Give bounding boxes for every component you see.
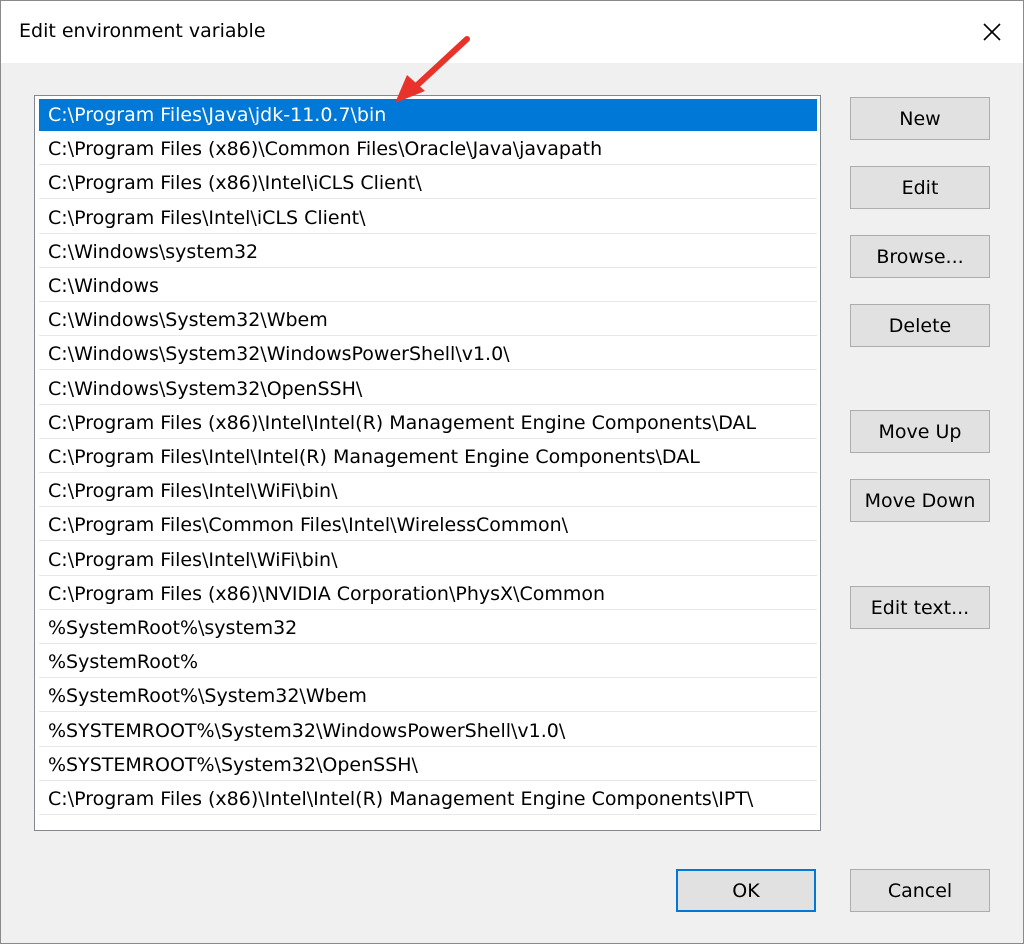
list-item[interactable]: C:\Program Files (x86)\Intel\Intel(R) Ma… (39, 783, 817, 815)
red-arrow-annotation-icon (395, 36, 470, 103)
list-item[interactable]: C:\Windows\system32 (39, 236, 817, 268)
delete-button[interactable]: Delete (850, 304, 990, 347)
move-down-button[interactable]: Move Down (850, 479, 990, 522)
edit-text-button[interactable]: Edit text... (850, 586, 990, 629)
list-item[interactable]: C:\Program Files\Common Files\Intel\Wire… (39, 509, 817, 542)
edit-button[interactable]: Edit (850, 166, 990, 209)
list-item[interactable]: C:\Windows\System32\Wbem (39, 304, 817, 337)
list-item[interactable]: C:\Windows (39, 270, 817, 302)
path-list[interactable]: C:\Program Files\Java\jdk-11.0.7\bin C:\P… (34, 95, 821, 831)
cancel-button[interactable]: Cancel (850, 869, 990, 912)
close-icon (983, 23, 1001, 41)
list-item[interactable]: C:\Program Files (x86)\NVIDIA Corporatio… (39, 578, 817, 610)
browse-button[interactable]: Browse... (850, 235, 990, 278)
list-item[interactable]: C:\Program Files\Intel\iCLS Client\ (39, 202, 817, 234)
move-up-button[interactable]: Move Up (850, 410, 990, 453)
list-item[interactable]: %SYSTEMROOT%\System32\WindowsPowerShell\… (39, 715, 817, 747)
close-button[interactable] (967, 11, 1017, 53)
new-button[interactable]: New (850, 97, 990, 140)
list-item[interactable]: C:\Program Files\Intel\WiFi\bin\ (39, 475, 817, 508)
list-item[interactable]: C:\Program Files (x86)\Intel\iCLS Client… (39, 167, 817, 200)
list-item[interactable]: C:\Program Files\Intel\WiFi\bin\ (39, 544, 817, 576)
edit-environment-variable-dialog: Edit environment variable C:\Program Fil… (0, 0, 1024, 944)
dialog-title: Edit environment variable (19, 20, 266, 42)
list-item[interactable]: %SystemRoot%\system32 (39, 612, 817, 644)
list-item[interactable]: C:\Program Files\Intel\Intel(R) Manageme… (39, 441, 817, 473)
list-item[interactable]: C:\Windows\System32\OpenSSH\ (39, 373, 817, 405)
list-item[interactable]: %SystemRoot%\System32\Wbem (39, 680, 817, 713)
ok-button[interactable]: OK (676, 869, 816, 912)
list-item[interactable]: %SYSTEMROOT%\System32\OpenSSH\ (39, 749, 817, 781)
list-item[interactable]: %SystemRoot% (39, 646, 817, 679)
list-item[interactable]: C:\Program Files (x86)\Common Files\Orac… (39, 133, 817, 166)
list-item[interactable]: C:\Program Files (x86)\Intel\Intel(R) Ma… (39, 407, 817, 439)
list-item[interactable]: C:\Windows\System32\WindowsPowerShell\v1… (39, 338, 817, 371)
title-bar: Edit environment variable (1, 1, 1023, 63)
